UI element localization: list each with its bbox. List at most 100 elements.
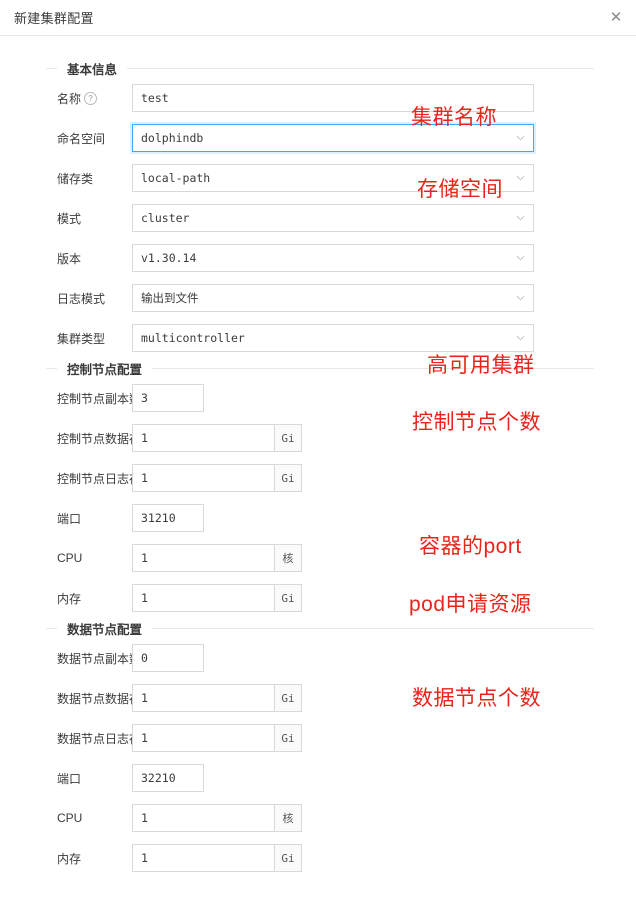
control-datanode-memory: 1 Gi — [132, 844, 302, 872]
control-controller-replicas: 3 — [132, 384, 204, 412]
field-row-datanode-replicas: 数据节点副本数 0 — [0, 638, 636, 678]
legend-divider-right — [152, 627, 594, 629]
control-controller-log-storage: 1 Gi — [132, 464, 302, 492]
field-row-namespace: 命名空间 dolphindb — [0, 118, 636, 158]
datanode-port-input[interactable]: 32210 — [132, 764, 204, 792]
label-mode: 模式 — [57, 211, 82, 226]
namespace-select[interactable]: dolphindb — [132, 124, 534, 152]
section-datanode-config: 数据节点配置 数据节点副本数 0 数据节点数据存储空间 1 Gi 数据节点日志存… — [0, 618, 636, 878]
controller-cpu-input[interactable]: 1 — [132, 544, 274, 572]
datanode-cpu-input[interactable]: 1 — [132, 804, 274, 832]
section-datanode-config-legend: 数据节点配置 — [46, 618, 594, 638]
legend-label: 数据节点配置 — [67, 622, 143, 637]
label-datanode-replicas: 数据节点副本数 — [57, 651, 142, 666]
label-controller-data-storage: 控制节点数据存储空间 — [57, 431, 178, 446]
datanode-memory-input[interactable]: 1 — [132, 844, 274, 872]
datanode-log-storage-input[interactable]: 1 — [132, 724, 274, 752]
label-namespace: 命名空间 — [57, 131, 106, 146]
control-version: v1.30.14 — [132, 244, 534, 272]
controller-replicas-input[interactable]: 3 — [132, 384, 204, 412]
label-name-text: 名称 — [57, 91, 82, 106]
field-row-datanode-cpu: CPU 1 核 — [0, 798, 636, 838]
control-datanode-data-storage: 1 Gi — [132, 684, 302, 712]
field-row-mode: 模式 cluster — [0, 198, 636, 238]
control-namespace: dolphindb — [132, 124, 534, 152]
controller-cpu-unit: 核 — [274, 544, 302, 572]
label-datanode-data-storage: 数据节点数据存储空间 — [57, 691, 178, 706]
label-datanode-cpu: CPU — [57, 811, 83, 825]
field-row-controller-memory: 内存 1 Gi — [0, 578, 636, 618]
label-version: 版本 — [57, 251, 82, 266]
label-controller-memory: 内存 — [57, 591, 82, 606]
label-controller-port: 端口 — [57, 511, 82, 526]
section-basic-info: 基本信息 名称 ? test 命名空间 dolphindb 储存类 local-… — [0, 58, 636, 358]
label-datanode-memory: 内存 — [57, 851, 82, 866]
control-controller-memory: 1 Gi — [132, 584, 302, 612]
datanode-replicas-input[interactable]: 0 — [132, 644, 204, 672]
field-row-controller-log-storage: 控制节点日志存储空间 1 Gi — [0, 458, 636, 498]
datanode-log-storage-group: 1 Gi — [132, 724, 302, 752]
field-row-version: 版本 v1.30.14 — [0, 238, 636, 278]
controller-memory-group: 1 Gi — [132, 584, 302, 612]
field-row-datanode-data-storage: 数据节点数据存储空间 1 Gi — [0, 678, 636, 718]
label-datanode-port: 端口 — [57, 771, 82, 786]
datanode-data-storage-input[interactable]: 1 — [132, 684, 274, 712]
datanode-cpu-group: 1 核 — [132, 804, 302, 832]
control-datanode-replicas: 0 — [132, 644, 204, 672]
drawer-header: 新建集群配置 ✕ — [0, 0, 636, 36]
legend-divider-left — [46, 67, 57, 69]
help-icon[interactable]: ? — [84, 91, 98, 105]
log-mode-select-value[interactable]: 输出到文件 — [132, 284, 534, 312]
field-row-storage-class: 储存类 local-path — [0, 158, 636, 198]
mode-select-value[interactable]: cluster — [132, 204, 534, 232]
controller-log-storage-input[interactable]: 1 — [132, 464, 274, 492]
field-row-controller-data-storage: 控制节点数据存储空间 1 Gi — [0, 418, 636, 458]
control-controller-data-storage: 1 Gi — [132, 424, 302, 452]
legend-divider-right — [152, 367, 594, 369]
field-row-controller-cpu: CPU 1 核 — [0, 538, 636, 578]
controller-cpu-group: 1 核 — [132, 544, 302, 572]
field-row-name: 名称 ? test — [0, 78, 636, 118]
control-mode: cluster — [132, 204, 534, 232]
cluster-type-select-value[interactable]: multicontroller — [132, 324, 534, 352]
version-select-value[interactable]: v1.30.14 — [132, 244, 534, 272]
controller-port-input[interactable]: 31210 — [132, 504, 204, 532]
field-row-datanode-port: 端口 32210 — [0, 758, 636, 798]
section-controller-config-legend: 控制节点配置 — [46, 358, 594, 378]
mode-select[interactable]: cluster — [132, 204, 534, 232]
datanode-memory-group: 1 Gi — [132, 844, 302, 872]
field-row-controller-replicas: 控制节点副本数 3 — [0, 378, 636, 418]
datanode-data-storage-group: 1 Gi — [132, 684, 302, 712]
namespace-select-value[interactable]: dolphindb — [132, 124, 534, 152]
control-cluster-type: multicontroller — [132, 324, 534, 352]
controller-log-storage-unit: Gi — [274, 464, 302, 492]
section-controller-config: 控制节点配置 控制节点副本数 3 控制节点数据存储空间 1 Gi 控制节点日志存… — [0, 358, 636, 618]
label-controller-replicas: 控制节点副本数 — [57, 391, 142, 406]
label-name: 名称 ? — [0, 90, 132, 107]
cluster-type-select[interactable]: multicontroller — [132, 324, 534, 352]
legend-label: 基本信息 — [67, 62, 118, 77]
control-controller-port: 31210 — [132, 504, 204, 532]
controller-memory-unit: Gi — [274, 584, 302, 612]
field-row-datanode-log-storage: 数据节点日志存储空间 1 Gi — [0, 718, 636, 758]
datanode-memory-unit: Gi — [274, 844, 302, 872]
name-input[interactable]: test — [132, 84, 534, 112]
label-log-mode: 日志模式 — [57, 291, 106, 306]
legend-divider-left — [46, 367, 57, 369]
label-cluster-type: 集群类型 — [57, 331, 106, 346]
datanode-cpu-unit: 核 — [274, 804, 302, 832]
cluster-config-form: 基本信息 名称 ? test 命名空间 dolphindb 储存类 local-… — [0, 36, 636, 878]
storage-class-select-value[interactable]: local-path — [132, 164, 534, 192]
controller-data-storage-input[interactable]: 1 — [132, 424, 274, 452]
close-icon[interactable]: ✕ — [605, 6, 627, 28]
storage-class-select[interactable]: local-path — [132, 164, 534, 192]
control-datanode-cpu: 1 核 — [132, 804, 302, 832]
log-mode-select[interactable]: 输出到文件 — [132, 284, 534, 312]
label-controller-log-storage: 控制节点日志存储空间 — [57, 471, 178, 486]
control-controller-cpu: 1 核 — [132, 544, 302, 572]
control-datanode-port: 32210 — [132, 764, 204, 792]
controller-log-storage-group: 1 Gi — [132, 464, 302, 492]
label-controller-cpu: CPU — [57, 551, 83, 565]
version-select[interactable]: v1.30.14 — [132, 244, 534, 272]
controller-memory-input[interactable]: 1 — [132, 584, 274, 612]
